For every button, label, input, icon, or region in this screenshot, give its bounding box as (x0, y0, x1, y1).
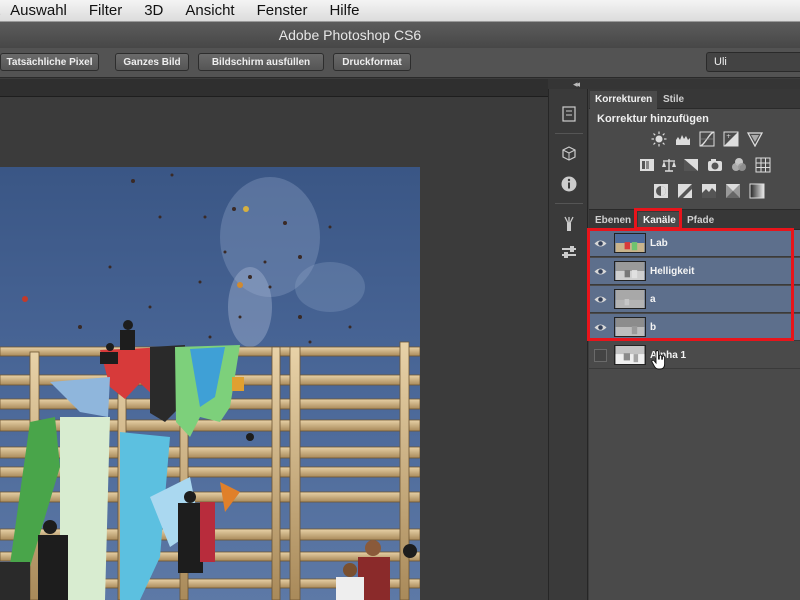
menu-fenster[interactable]: Fenster (257, 0, 308, 21)
channel-thumbnail (614, 345, 646, 365)
svg-text:+: + (726, 133, 731, 140)
channel-mixer-icon[interactable] (731, 157, 747, 173)
gradient-map-icon[interactable] (749, 183, 765, 199)
photo-image (0, 167, 420, 600)
invert-icon[interactable] (653, 183, 669, 199)
image-canvas[interactable] (0, 167, 420, 600)
3d-panel-icon[interactable] (558, 143, 580, 165)
color-balance-icon[interactable] (661, 157, 677, 173)
menubar: t Auswahl Filter 3D Ansicht Fenster Hilf… (0, 0, 800, 22)
document-tab-strip (0, 79, 548, 97)
vibrance-icon[interactable] (747, 131, 763, 147)
actual-pixels-button[interactable]: Tatsächliche Pixel (0, 53, 99, 71)
highlight-box-channels-tab (634, 208, 682, 230)
adjustments-tabbar: Korrekturen Stile (589, 89, 800, 109)
menu-hilfe[interactable]: Hilfe (329, 0, 359, 21)
strip-separator (555, 203, 583, 204)
color-lookup-icon[interactable] (755, 157, 771, 173)
panel-dock-header (548, 79, 800, 89)
menu-3d[interactable]: 3D (144, 0, 163, 21)
hue-saturation-icon[interactable] (639, 157, 655, 173)
window-title: Adobe Photoshop CS6 (278, 27, 422, 43)
channel-row-alpha-1[interactable]: Alpha 1 (589, 342, 800, 370)
levels-icon[interactable] (675, 131, 691, 147)
menu-ansicht[interactable]: Ansicht (185, 0, 234, 21)
history-panel-icon[interactable] (558, 103, 580, 125)
selective-color-icon[interactable] (725, 183, 741, 199)
brush-panel-icon[interactable] (558, 213, 580, 235)
fit-screen-button[interactable]: Ganzes Bild (115, 53, 189, 71)
posterize-icon[interactable] (677, 183, 693, 199)
highlight-box-channel-rows (587, 228, 794, 341)
workspace-switcher[interactable]: Uli (706, 52, 800, 72)
tab-stile[interactable]: Stile (658, 91, 689, 109)
strip-separator (555, 133, 583, 134)
menu-filter[interactable]: Filter (89, 0, 122, 21)
title-bar: Adobe Photoshop CS6 (0, 22, 800, 48)
visibility-toggle[interactable] (594, 349, 607, 362)
adjustments-heading: Korrektur hinzufügen (597, 113, 709, 125)
tool-presets-icon[interactable] (558, 241, 580, 263)
threshold-icon[interactable] (701, 183, 717, 199)
curves-icon[interactable] (699, 131, 715, 147)
black-white-icon[interactable] (683, 157, 699, 173)
hand-cursor-icon (651, 350, 666, 370)
panel-icon-strip (548, 89, 588, 600)
menu-auswahl[interactable]: Auswahl (10, 0, 67, 21)
exposure-icon[interactable]: + (723, 131, 739, 147)
tab-korrekturen[interactable]: Korrekturen (590, 91, 658, 109)
photo-filter-icon[interactable] (707, 157, 723, 173)
info-panel-icon[interactable] (558, 173, 580, 195)
adjustments-panel: Korrekturen Stile Korrektur hinzufügen + (589, 89, 800, 210)
options-bar: Tatsächliche Pixel Ganzes Bild Bildschir… (0, 48, 800, 78)
brightness-contrast-icon[interactable] (651, 131, 667, 147)
print-size-button[interactable]: Druckformat (333, 53, 411, 71)
fill-screen-button[interactable]: Bildschirm ausfüllen (198, 53, 324, 71)
channels-tabbar: Ebenen Kanäle Pfade (589, 210, 800, 230)
